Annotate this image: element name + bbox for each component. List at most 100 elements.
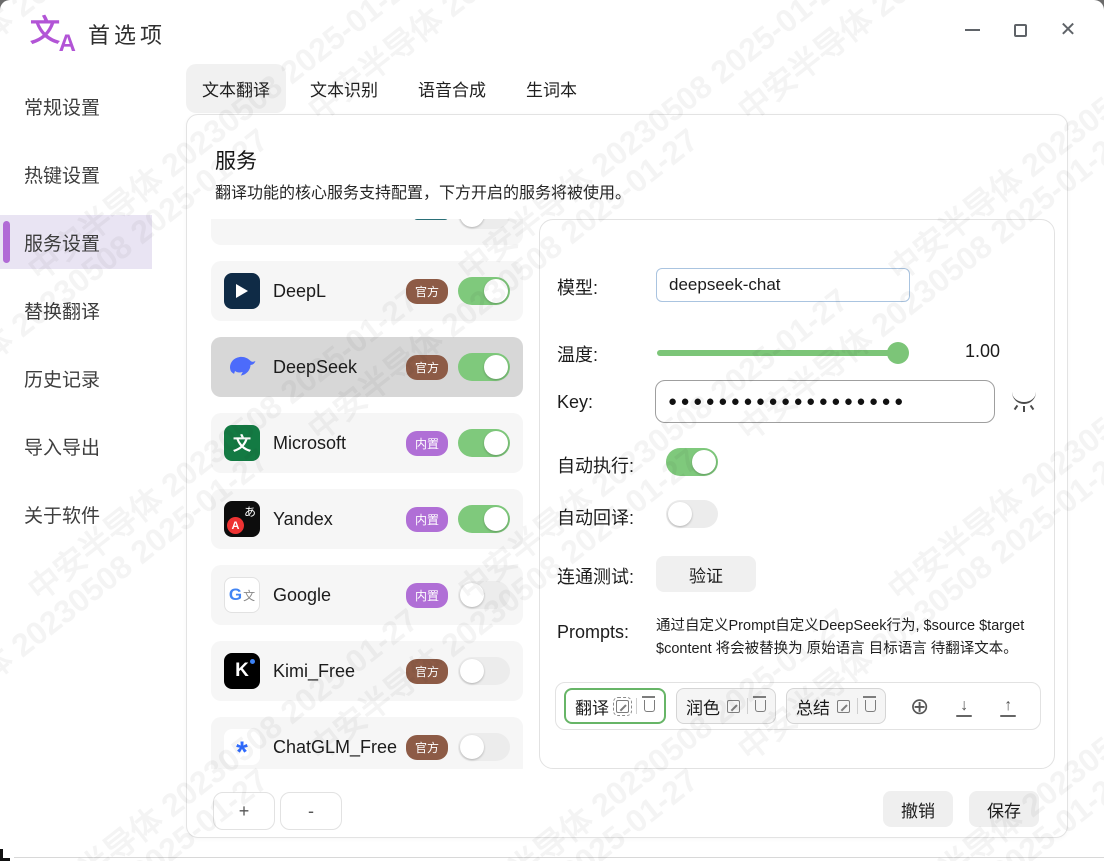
prompt-chip-label: 润色 — [686, 694, 720, 719]
service-badge: 内置 — [406, 431, 448, 456]
api-key-field[interactable]: ●●●●●●●●●●●●●●●●●●● — [655, 380, 995, 423]
sidebar-item-label: 服务设置 — [24, 229, 100, 256]
kimi-icon: K — [224, 653, 260, 689]
background-corner-fragment — [0, 849, 10, 861]
chatglm-icon: * — [224, 729, 260, 765]
service-list-buttons: + - — [213, 792, 342, 830]
service-name: Microsoft — [273, 433, 346, 454]
service-row-chatglm-free[interactable]: * ChatGLM_Free 官方 — [211, 717, 523, 769]
service-name: ChatGLM_Free — [273, 737, 397, 758]
service-row-partial[interactable] — [211, 219, 523, 245]
add-service-button[interactable]: + — [213, 792, 275, 830]
temperature-slider[interactable] — [657, 350, 907, 356]
eye-closed-icon[interactable] — [1012, 398, 1036, 412]
auto-execute-label: 自动执行: — [557, 452, 634, 478]
tab-vocabulary[interactable]: 生词本 — [510, 64, 593, 113]
google-translate-icon: G文 — [224, 577, 260, 613]
service-badge: 官方 — [406, 355, 448, 380]
maximize-icon[interactable] — [1010, 20, 1030, 40]
service-toggle[interactable] — [458, 581, 510, 609]
sidebar-item-hotkeys[interactable]: 热键设置 — [0, 140, 170, 208]
service-name: Yandex — [273, 509, 333, 530]
edit-icon[interactable] — [727, 700, 740, 713]
connectivity-test-label: 连通测试: — [557, 563, 634, 589]
active-indicator — [3, 221, 10, 263]
service-row-microsoft[interactable]: 文 Microsoft 内置 — [211, 413, 523, 473]
tab-speech-synthesis[interactable]: 语音合成 — [402, 64, 502, 113]
undo-button[interactable]: 撤销 — [883, 791, 953, 827]
save-button[interactable]: 保存 — [969, 791, 1039, 827]
service-detail-panel: 模型: 温度: 1.00 Key: ●●●●●●●●●●●●●●●●●●● 自动… — [539, 219, 1055, 769]
prompt-chips-container: 翻译 润色 总结 ⊕ ↓ — [555, 682, 1041, 730]
masked-key-value: ●●●●●●●●●●●●●●●●●●● — [668, 393, 907, 410]
close-icon[interactable]: ✕ — [1058, 20, 1078, 40]
prompts-label: Prompts: — [557, 622, 629, 643]
service-badge: 内置 — [406, 507, 448, 532]
prompt-chip-translate[interactable]: 翻译 — [564, 688, 666, 724]
export-prompts-icon[interactable]: ↑ — [999, 697, 1017, 715]
badge-fragment — [414, 219, 448, 220]
remove-service-button[interactable]: - — [280, 792, 342, 830]
service-name: Google — [273, 585, 331, 606]
auto-back-translate-toggle[interactable] — [666, 500, 718, 528]
service-badge: 内置 — [406, 583, 448, 608]
sidebar-item-replace-translate[interactable]: 替换翻译 — [0, 276, 170, 344]
prompt-chip-label: 总结 — [796, 694, 830, 719]
service-row-deepseek[interactable]: DeepSeek 官方 — [211, 337, 523, 397]
section-description: 翻译功能的核心服务支持配置，下方开启的服务将被使用。 — [215, 179, 631, 203]
service-row-google[interactable]: G文 Google 内置 — [211, 565, 523, 625]
services-panel: 服务 翻译功能的核心服务支持配置，下方开启的服务将被使用。 DeepL 官方 D… — [186, 114, 1068, 838]
sidebar-item-import-export[interactable]: 导入导出 — [0, 412, 170, 480]
service-name: Kimi_Free — [273, 661, 355, 682]
service-toggle[interactable] — [458, 353, 510, 381]
background-window-edge — [14, 857, 1104, 858]
service-badge: 官方 — [406, 279, 448, 304]
window-controls: ✕ — [962, 20, 1078, 40]
preferences-window: 文A 首选项 ✕ 常规设置 热键设置 服务设置 替换翻译 历史记录 导入导出 关… — [0, 0, 1104, 861]
tab-text-translation[interactable]: 文本翻译 — [186, 64, 286, 113]
auto-execute-toggle[interactable] — [666, 448, 718, 476]
service-row-deepl[interactable]: DeepL 官方 — [211, 261, 523, 321]
service-row-yandex[interactable]: あA Yandex 内置 — [211, 489, 523, 549]
service-toggle[interactable] — [458, 429, 510, 457]
delete-icon[interactable] — [755, 700, 766, 712]
delete-icon[interactable] — [644, 700, 655, 712]
yandex-icon: あA — [224, 501, 260, 537]
section-title: 服务 — [215, 145, 257, 175]
sidebar-item-about[interactable]: 关于软件 — [0, 480, 170, 548]
window-title: 首选项 — [88, 18, 166, 50]
key-label: Key: — [557, 392, 593, 413]
import-prompts-icon[interactable]: ↓ — [955, 697, 973, 715]
service-name: DeepL — [273, 281, 326, 302]
service-toggle[interactable] — [458, 657, 510, 685]
service-toggle[interactable] — [458, 219, 510, 229]
verify-button[interactable]: 验证 — [656, 556, 756, 592]
service-row-kimi-free[interactable]: K Kimi_Free 官方 — [211, 641, 523, 701]
sidebar-item-history[interactable]: 历史记录 — [0, 344, 170, 412]
prompt-chip-polish[interactable]: 润色 — [676, 688, 776, 724]
service-tabs: 文本翻译 文本识别 语音合成 生词本 — [186, 64, 593, 113]
edit-icon[interactable] — [837, 700, 850, 713]
model-input[interactable] — [656, 268, 910, 302]
sidebar-item-services[interactable]: 服务设置 — [0, 215, 152, 269]
service-toggle[interactable] — [458, 277, 510, 305]
title-bar: 文A 首选项 ✕ — [0, 0, 1104, 62]
service-badge: 官方 — [406, 735, 448, 760]
edit-icon[interactable] — [616, 700, 629, 713]
delete-icon[interactable] — [865, 700, 876, 712]
temperature-value: 1.00 — [965, 341, 1000, 362]
service-toggle[interactable] — [458, 505, 510, 533]
sidebar-item-general[interactable]: 常规设置 — [0, 72, 170, 140]
minimize-icon[interactable] — [962, 20, 982, 40]
add-prompt-icon[interactable]: ⊕ — [910, 695, 929, 718]
slider-thumb[interactable] — [887, 342, 909, 364]
tab-text-recognition[interactable]: 文本识别 — [294, 64, 394, 113]
app-logo-icon: 文A — [30, 10, 76, 54]
service-badge: 官方 — [406, 659, 448, 684]
prompt-chip-label: 翻译 — [575, 694, 609, 719]
temperature-label: 温度: — [557, 341, 598, 367]
service-list: DeepL 官方 DeepSeek 官方 文 Microsoft 内置 — [211, 219, 523, 769]
microsoft-translator-icon: 文 — [224, 425, 260, 461]
service-toggle[interactable] — [458, 733, 510, 761]
prompt-chip-summarize[interactable]: 总结 — [786, 688, 886, 724]
